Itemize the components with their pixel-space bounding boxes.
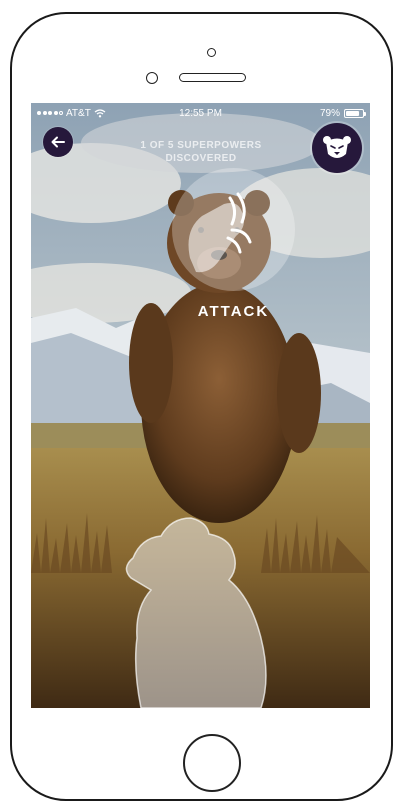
arrow-left-icon <box>51 136 65 148</box>
bear-profile-button[interactable] <box>312 123 362 173</box>
superpower-label: ATTACK <box>197 303 270 320</box>
wifi-icon <box>94 108 106 117</box>
carrier-name: AT&T <box>66 107 91 119</box>
app-screen: AT&T 12:55 PM 79% 1 OF 5 SUPERPOWERS DIS… <box>31 103 370 708</box>
proximity-sensor <box>146 72 158 84</box>
progress-line-2: DISCOVERED <box>165 153 237 164</box>
signal-strength-icon <box>37 111 63 115</box>
superpower-attack-button[interactable] <box>172 168 295 291</box>
superpowers-progress: 1 OF 5 SUPERPOWERS DISCOVERED <box>121 139 281 165</box>
front-camera <box>207 48 216 57</box>
battery-fill <box>346 110 359 116</box>
earpiece-speaker <box>179 73 246 82</box>
status-time: 12:55 PM <box>179 107 222 119</box>
progress-line-1: 1 OF 5 SUPERPOWERS <box>140 140 262 151</box>
battery-icon <box>344 108 366 118</box>
bear-paw-claw-icon <box>188 192 252 273</box>
back-button[interactable] <box>43 127 73 157</box>
status-bar: AT&T 12:55 PM 79% <box>31 103 370 123</box>
battery-percent: 79% <box>319 107 340 119</box>
home-button[interactable] <box>183 734 241 792</box>
bear-silhouette-outline <box>125 517 267 708</box>
bear-face-icon <box>323 136 351 158</box>
